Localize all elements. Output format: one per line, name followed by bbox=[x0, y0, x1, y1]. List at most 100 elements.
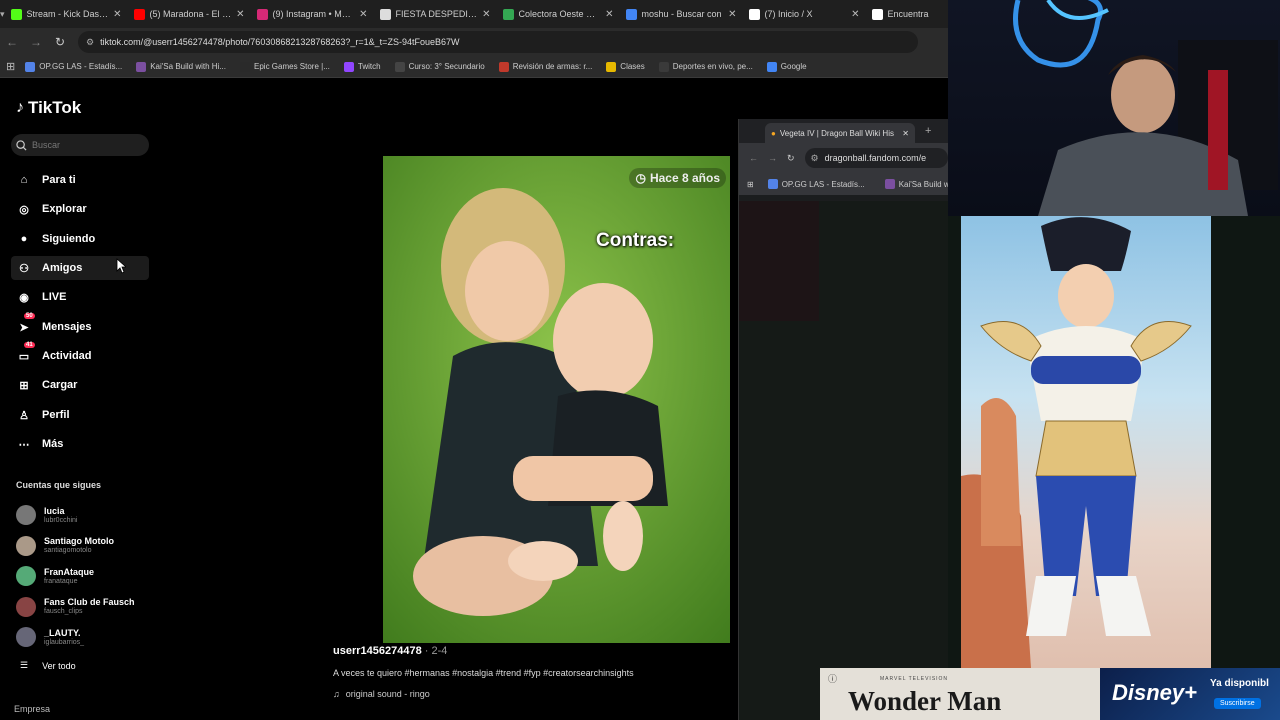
ad-banner[interactable]: ⓘ MARVEL TELEVISION Wonder Man Disney+ Y… bbox=[820, 668, 1280, 720]
bookmark-item[interactable]: Deportes en vivo, pe... bbox=[653, 61, 759, 72]
avatar bbox=[16, 596, 36, 617]
post-date: · 2-4 bbox=[421, 645, 448, 657]
bookmark-favicon-icon bbox=[606, 61, 617, 72]
ad-info-icon[interactable]: ⓘ bbox=[828, 672, 837, 685]
bookmark-item[interactable]: Google bbox=[761, 61, 813, 72]
instagram-icon bbox=[256, 8, 268, 20]
bookmark-favicon-icon bbox=[766, 61, 777, 72]
tab-close-icon[interactable]: ✕ bbox=[728, 9, 736, 20]
secondary-apps-icon[interactable]: ⊞ bbox=[747, 180, 754, 189]
apps-grid-icon[interactable]: ⊞ bbox=[6, 60, 15, 73]
avatar bbox=[16, 535, 36, 556]
secondary-back-icon[interactable]: ← bbox=[749, 153, 758, 163]
followed-account[interactable]: _LAUTY. iglaubarrios_ bbox=[16, 624, 156, 650]
search-input[interactable]: Buscar bbox=[11, 134, 149, 156]
back-icon[interactable]: ← bbox=[0, 35, 24, 49]
nav-item-label: Mensajes bbox=[42, 321, 92, 333]
browser-tab[interactable]: moshu - Buscar con ✕ bbox=[620, 0, 743, 28]
account-text: _LAUTY. iglaubarrios_ bbox=[44, 628, 84, 647]
tiktok-logo[interactable]: ♪ TikTok bbox=[16, 98, 81, 118]
browser-tab[interactable]: (7) Inicio / X ✕ bbox=[743, 0, 866, 28]
followed-account[interactable]: Santiago Motolo santiagomotolo bbox=[16, 533, 156, 559]
browser-tab[interactable]: (5) Maradona - El me ✕ bbox=[128, 0, 251, 28]
tab-close-icon[interactable]: ✕ bbox=[605, 9, 613, 20]
site-info-icon[interactable]: ⚙ bbox=[86, 37, 94, 48]
browser-tab[interactable]: (9) Instagram • Mens ✕ bbox=[251, 0, 374, 28]
secondary-bookmark-0[interactable]: OP.GG LAS - Estadís... bbox=[762, 179, 871, 189]
nav-item-live[interactable]: ◉ LIVE bbox=[11, 285, 149, 309]
tab-close-icon[interactable]: ✕ bbox=[236, 9, 244, 20]
tiktok-sidebar: ♪ TikTok Buscar ⌂ Para ti ◎ Explorar ● Siguie… bbox=[0, 80, 160, 720]
secondary-tab-close-icon[interactable]: ✕ bbox=[902, 129, 909, 138]
nav-item-cargar[interactable]: ⊞ Cargar bbox=[11, 373, 149, 397]
browser-tab-title: FIESTA DESPEDIDA DE bbox=[395, 9, 478, 19]
disney-plus-logo: Disney+ bbox=[1112, 680, 1197, 705]
clock-icon: ◷ bbox=[635, 171, 646, 185]
person-icon: ♙ bbox=[19, 409, 29, 422]
nav-item-siguiendo[interactable]: ● Siguiendo bbox=[11, 227, 149, 251]
ad-subscribe-button[interactable]: Suscribirse bbox=[1214, 698, 1261, 709]
nav-item-para-ti[interactable]: ⌂ Para ti bbox=[11, 168, 149, 192]
fandom-icon: ● bbox=[771, 128, 776, 138]
bookmark-label: Revisión de armas: r... bbox=[512, 62, 593, 71]
bookmark-item[interactable]: Clases bbox=[600, 61, 650, 72]
bookmarks-bar: ⊞ OP.GG LAS - Estadís... Kai'Sa Build wit… bbox=[0, 56, 948, 78]
notification-badge: 50 bbox=[24, 313, 35, 319]
nav-item-explorar[interactable]: ◎ Explorar bbox=[11, 197, 149, 221]
nav-item-mensajes[interactable]: ➤ 50 Mensajes bbox=[11, 313, 149, 339]
account-name: Fans Club de Fausch bbox=[44, 597, 135, 607]
nav-item-m-s[interactable]: ⋯ Más bbox=[11, 432, 149, 456]
nav-item-amigos[interactable]: ⚇ Amigos bbox=[11, 256, 149, 280]
tab-close-icon[interactable]: ✕ bbox=[851, 9, 859, 20]
address-bar[interactable]: ⚙ tiktok.com/@userr1456274478/photo/7603… bbox=[78, 31, 918, 53]
followed-account[interactable]: Fans Club de Fausch fausch_clips bbox=[16, 594, 156, 620]
search-icon bbox=[16, 139, 27, 151]
account-name: _LAUTY. bbox=[44, 627, 81, 638]
post-username: userr1456274478 bbox=[333, 645, 422, 657]
secondary-forward-icon[interactable]: → bbox=[768, 153, 777, 163]
reload-icon[interactable]: ↻ bbox=[48, 35, 72, 49]
ad-tag: MARVEL TELEVISION bbox=[880, 676, 949, 682]
browser-tab[interactable]: Colectora Oeste Ram ✕ bbox=[497, 0, 620, 28]
url-text: tiktok.com/@userr1456274478/photo/760308… bbox=[100, 37, 460, 47]
post-sound[interactable]: ♫ original sound - ringo bbox=[333, 689, 430, 699]
tab-close-icon[interactable]: ✕ bbox=[359, 9, 367, 20]
nav-item-label: Siguiendo bbox=[42, 233, 96, 245]
tiktok-icon bbox=[871, 8, 883, 20]
following-title: Cuentas que sigues bbox=[16, 480, 102, 490]
browser-tab[interactable]: Stream - Kick Dashbo ✕ bbox=[5, 0, 128, 28]
secondary-tab[interactable]: ● Vegeta IV | Dragon Ball Wiki His ✕ bbox=[765, 123, 915, 143]
secondary-address-bar[interactable]: ⚙ dragonball.fandom.com/e bbox=[804, 148, 948, 168]
webcam-overlay bbox=[948, 0, 1280, 216]
opgg-icon bbox=[767, 179, 778, 189]
company-link[interactable]: Empresa bbox=[14, 704, 50, 714]
nav-item-perfil[interactable]: ♙ Perfil bbox=[11, 403, 149, 427]
new-tab-icon[interactable]: + bbox=[925, 125, 931, 137]
bookmark-item[interactable]: Epic Games Store |... bbox=[234, 61, 336, 72]
post-author[interactable]: userr1456274478 · 2-4 bbox=[333, 645, 447, 657]
nav-item-label: Amigos bbox=[42, 262, 83, 274]
nav-item-actividad[interactable]: ▭ 41 Actividad bbox=[11, 342, 149, 368]
account-name: FranAtaque bbox=[44, 566, 95, 577]
bookmark-item[interactable]: OP.GG LAS - Estadís... bbox=[19, 61, 128, 72]
bookmark-item[interactable]: Kai'Sa Build with Hi... bbox=[130, 61, 232, 72]
post-photo[interactable]: ◷ Hace 8 años Contras: bbox=[383, 156, 730, 643]
bookmark-item[interactable]: Twitch bbox=[338, 61, 387, 72]
notification-badge: 41 bbox=[24, 342, 35, 348]
vegeta-illustration bbox=[961, 217, 1192, 668]
tiktok-note-icon: ♪ bbox=[16, 99, 24, 116]
forward-icon[interactable]: → bbox=[24, 35, 48, 49]
live-icon: ◉ bbox=[19, 291, 29, 304]
secondary-toolbar: ← → ↻ ⚙ dragonball.fandom.com/e bbox=[739, 143, 948, 173]
bookmark-item[interactable]: Curso: 3° Secundario bbox=[389, 61, 491, 72]
followed-account[interactable]: lucia lubr0cchini bbox=[16, 502, 156, 528]
nav-item-label: Explorar bbox=[42, 203, 87, 215]
tab-close-icon[interactable]: ✕ bbox=[482, 9, 490, 20]
tab-close-icon[interactable]: ✕ bbox=[113, 9, 121, 20]
secondary-reload-icon[interactable]: ↻ bbox=[787, 153, 795, 164]
bookmark-item[interactable]: Revisión de armas: r... bbox=[493, 61, 599, 72]
followed-account[interactable]: FranAtaque franataque bbox=[16, 563, 156, 589]
browser-tab[interactable]: FIESTA DESPEDIDA DE ✕ bbox=[374, 0, 497, 28]
secondary-bookmark-1[interactable]: Kai'Sa Build wit bbox=[879, 179, 948, 189]
see-all-link[interactable]: ☰ Ver todo bbox=[20, 660, 76, 671]
